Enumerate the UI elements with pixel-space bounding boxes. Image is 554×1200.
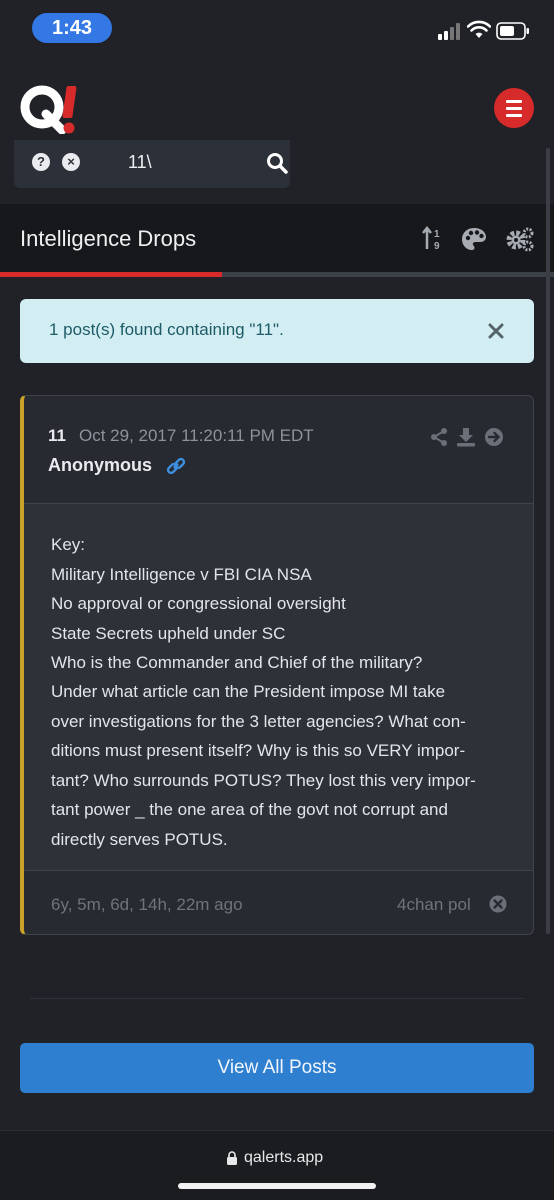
post-card: 11 Oct 29, 2017 11:20:11 PM EDT Anonymou… bbox=[20, 395, 534, 935]
download-icon[interactable] bbox=[456, 427, 476, 447]
post-line: Who is the Commander and Chief of the mi… bbox=[51, 653, 423, 672]
post-line: Under what article can the President imp… bbox=[51, 682, 446, 701]
browser-url-bar[interactable]: qalerts.app bbox=[0, 1130, 554, 1200]
post-line: tant? Who surrounds POTUS? They lost thi… bbox=[51, 771, 476, 790]
post-line: State Secrets upheld under SC bbox=[51, 624, 286, 643]
search-input[interactable] bbox=[128, 150, 248, 174]
close-icon[interactable] bbox=[488, 323, 504, 339]
help-icon[interactable]: ? bbox=[32, 153, 50, 171]
post-line: Military Intelligence v FBI CIA NSA bbox=[51, 565, 312, 584]
post-line: tant power _ the one area of the govt no… bbox=[51, 800, 448, 819]
title-bar: Intelligence Drops 1 9 bbox=[0, 204, 554, 272]
url-text[interactable]: qalerts.app bbox=[244, 1149, 323, 1167]
link-icon[interactable] bbox=[166, 456, 186, 476]
hamburger-menu-icon[interactable] bbox=[494, 88, 534, 128]
search-bar: ? × bbox=[14, 140, 290, 188]
q-logo[interactable] bbox=[20, 84, 90, 134]
post-line: directly serves POTUS. bbox=[51, 830, 228, 849]
remove-icon[interactable] bbox=[489, 895, 507, 913]
wifi-icon bbox=[467, 20, 491, 38]
goto-icon[interactable] bbox=[484, 427, 504, 447]
palette-icon[interactable] bbox=[461, 226, 487, 252]
post-line: No approval or congressional oversight bbox=[51, 594, 346, 613]
svg-text:1: 1 bbox=[434, 229, 440, 240]
svg-text:9: 9 bbox=[434, 241, 440, 252]
status-time: 1:43 bbox=[32, 13, 112, 43]
share-icon[interactable] bbox=[429, 427, 449, 447]
signal-icon bbox=[438, 22, 464, 40]
page-title: Intelligence Drops bbox=[20, 226, 197, 251]
post-footer: 6y, 5m, 6d, 14h, 22m ago 4chan pol bbox=[24, 870, 533, 934]
post-author: Anonymous bbox=[48, 455, 153, 475]
post-age: 6y, 5m, 6d, 14h, 22m ago bbox=[51, 895, 243, 914]
lock-icon bbox=[227, 1151, 237, 1165]
post-body: Key: Military Intelligence v FBI CIA NSA… bbox=[24, 504, 533, 870]
progress-fill bbox=[0, 272, 222, 277]
progress-bar bbox=[0, 272, 554, 277]
settings-icon[interactable] bbox=[505, 226, 535, 252]
search-result-alert: 1 post(s) found containing "11". bbox=[20, 299, 534, 363]
post-line: ditions must present itself? Why is this… bbox=[51, 741, 466, 760]
post-header: 11 Oct 29, 2017 11:20:11 PM EDT Anonymou… bbox=[24, 396, 533, 504]
scrollbar[interactable] bbox=[546, 148, 550, 934]
home-indicator[interactable] bbox=[178, 1183, 376, 1189]
post-line: Key: bbox=[51, 535, 86, 554]
search-icon[interactable] bbox=[266, 152, 288, 174]
view-all-posts-button[interactable]: View All Posts bbox=[20, 1043, 534, 1093]
alert-text: 1 post(s) found containing "11". bbox=[49, 320, 284, 339]
clear-icon[interactable]: × bbox=[62, 153, 80, 171]
status-bar: 1:43 bbox=[0, 0, 554, 56]
post-number[interactable]: 11 bbox=[48, 426, 66, 446]
post-source: 4chan pol bbox=[397, 895, 471, 914]
divider bbox=[30, 998, 524, 999]
post-date: Oct 29, 2017 11:20:11 PM EDT bbox=[79, 426, 314, 445]
battery-icon bbox=[496, 22, 529, 40]
sort-icon[interactable]: 1 9 bbox=[422, 226, 444, 252]
post-line: over investigations for the 3 letter age… bbox=[51, 712, 466, 731]
